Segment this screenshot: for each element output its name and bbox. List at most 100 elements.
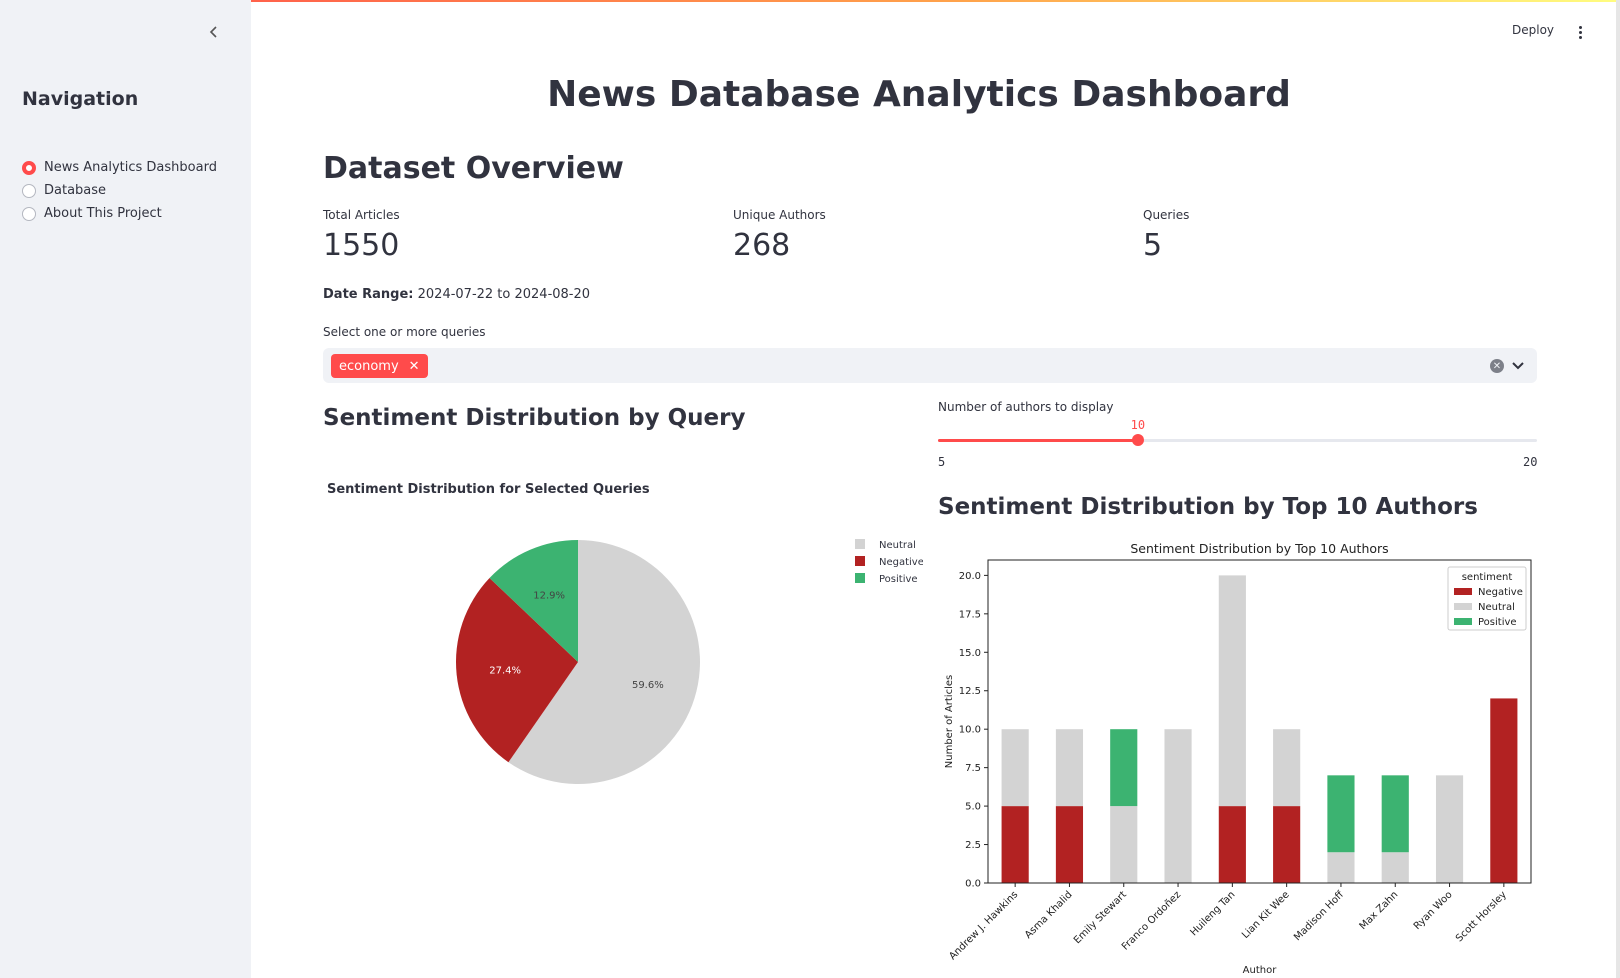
nav-item-label: News Analytics Dashboard <box>44 160 217 175</box>
clear-all-icon[interactable]: ✕ <box>1490 359 1504 373</box>
bar-neutral <box>1327 852 1355 883</box>
legend-swatch <box>855 556 865 566</box>
legend-item: Positive <box>879 574 918 585</box>
x-tick-label: Madison Hoff <box>1292 889 1347 944</box>
pie-data-label: 59.6% <box>632 680 664 691</box>
pie-chart-title: Sentiment Distribution for Selected Quer… <box>327 482 650 497</box>
overview-heading: Dataset Overview <box>323 151 624 186</box>
x-tick-label: Huileng Tan <box>1188 889 1237 938</box>
bar-legend-item: Positive <box>1478 617 1517 628</box>
bar-negative <box>1218 806 1246 883</box>
nav-item-label: About This Project <box>44 206 162 221</box>
metric-value: 268 <box>733 228 791 263</box>
bar-legend-swatch <box>1454 588 1472 595</box>
metric-label: Queries <box>1143 208 1190 222</box>
bar-neutral <box>1218 575 1246 807</box>
chevron-down-icon[interactable] <box>1510 357 1526 373</box>
main-menu-icon[interactable] <box>1572 22 1588 42</box>
y-tick-label: 5.0 <box>965 802 981 813</box>
metric-label: Unique Authors <box>733 208 826 222</box>
y-tick-label: 10.0 <box>959 725 981 736</box>
bar-positive <box>1327 775 1355 853</box>
legend-item: Negative <box>879 557 923 568</box>
bar-legend-item: Neutral <box>1478 602 1515 613</box>
bar-neutral <box>1164 729 1192 883</box>
bar-negative <box>1273 806 1301 883</box>
x-tick-label: Lian Kit Wee <box>1240 889 1292 941</box>
page-title: News Database Analytics Dashboard <box>547 74 1291 115</box>
metric-value: 5 <box>1143 228 1163 263</box>
slider-thumb[interactable] <box>1131 434 1144 446</box>
bar-legend-title: sentiment <box>1462 572 1513 583</box>
slider-min: 5 <box>938 455 946 469</box>
bar-negative <box>1490 698 1518 883</box>
bar-neutral <box>1435 775 1464 883</box>
slider-max: 20 <box>1523 455 1538 469</box>
y-tick-label: 2.5 <box>965 840 981 851</box>
nav-item-about[interactable]: About This Project <box>22 202 217 225</box>
x-tick-label: Asma Khalid <box>1023 889 1075 941</box>
authors-slider[interactable] <box>938 434 1537 446</box>
y-tick-label: 15.0 <box>959 648 981 659</box>
remove-chip-icon[interactable]: ✕ <box>409 359 420 374</box>
legend-swatch <box>855 573 865 583</box>
nav-title: Navigation <box>22 88 139 110</box>
nav-item-database[interactable]: Database <box>22 179 217 202</box>
x-tick-label: Max Zahn <box>1358 889 1401 932</box>
x-tick-label: Emily Stewart <box>1072 889 1129 946</box>
x-tick-label: Andrew J. Hawkins <box>947 889 1020 962</box>
bar-neutral <box>1381 852 1409 883</box>
nav-item-news-analytics-dashboard[interactable]: News Analytics Dashboard <box>22 156 217 179</box>
radio-selected-icon[interactable] <box>22 160 36 175</box>
bar-neutral <box>1055 729 1084 807</box>
query-select-label: Select one or more queries <box>323 325 486 339</box>
nav-radio-group: News Analytics Dashboard Database About … <box>22 156 217 225</box>
bar-positive <box>1381 775 1409 853</box>
bar-neutral <box>1273 729 1301 807</box>
pie-data-label: 12.9% <box>533 591 565 602</box>
y-tick-label: 17.5 <box>959 609 981 620</box>
x-tick-label: Franco Ordoñez <box>1120 889 1183 952</box>
bar-legend-swatch <box>1454 618 1472 625</box>
legend-item: Neutral <box>879 540 916 551</box>
deploy-button[interactable]: Deploy <box>1512 23 1554 37</box>
date-range-value: 2024-07-22 to 2024-08-20 <box>417 287 591 302</box>
authors-slider-value: 10 <box>1130 418 1146 432</box>
bar-legend-swatch <box>1454 603 1472 610</box>
date-range-label: Date Range: <box>323 287 414 302</box>
query-chip-label: economy <box>339 358 399 374</box>
bar-negative <box>1055 806 1084 883</box>
legend-swatch <box>855 539 865 549</box>
metric-label: Total Articles <box>323 208 400 222</box>
y-tick-label: 12.5 <box>959 686 981 697</box>
x-tick-label: Scott Horsley <box>1454 889 1509 944</box>
bar-positive <box>1110 729 1138 807</box>
x-axis-label: Author <box>1243 965 1278 976</box>
date-range: Date Range: 2024-07-22 to 2024-08-20 <box>323 287 590 302</box>
radio-icon[interactable] <box>22 183 36 198</box>
metric-value: 1550 <box>323 228 400 263</box>
y-tick-label: 0.0 <box>965 879 981 890</box>
query-chip[interactable]: economy ✕ <box>331 354 428 378</box>
bar-neutral <box>1001 729 1029 807</box>
query-multiselect[interactable]: economy ✕ ✕ <box>323 348 1537 383</box>
slider-fill <box>938 439 1138 442</box>
y-axis-label: Number of Articles <box>944 675 955 768</box>
collapse-sidebar-button[interactable] <box>204 22 224 42</box>
radio-icon[interactable] <box>22 206 36 221</box>
y-tick-label: 7.5 <box>965 763 981 774</box>
x-tick-label: Ryan Woo <box>1412 889 1455 932</box>
sentiment-query-heading: Sentiment Distribution by Query <box>323 405 746 431</box>
scrollbar[interactable] <box>1616 0 1620 978</box>
authors-heading: Sentiment Distribution by Top 10 Authors <box>938 494 1478 520</box>
bar-chart-title: Sentiment Distribution by Top 10 Authors <box>1130 541 1388 556</box>
pie-chart: 59.6% 27.4% 12.9% Neutral Negative Positive <box>456 539 923 784</box>
pie-data-label: 27.4% <box>489 665 521 676</box>
chevron-left-icon <box>209 26 217 38</box>
stacked-bar-chart: Sentiment Distribution by Top 10 Authors… <box>944 541 1532 976</box>
y-tick-label: 20.0 <box>959 571 981 582</box>
bar-neutral <box>1110 806 1138 883</box>
bar-legend-item: Negative <box>1478 587 1523 598</box>
authors-slider-label: Number of authors to display <box>938 400 1114 414</box>
nav-item-label: Database <box>44 183 107 198</box>
